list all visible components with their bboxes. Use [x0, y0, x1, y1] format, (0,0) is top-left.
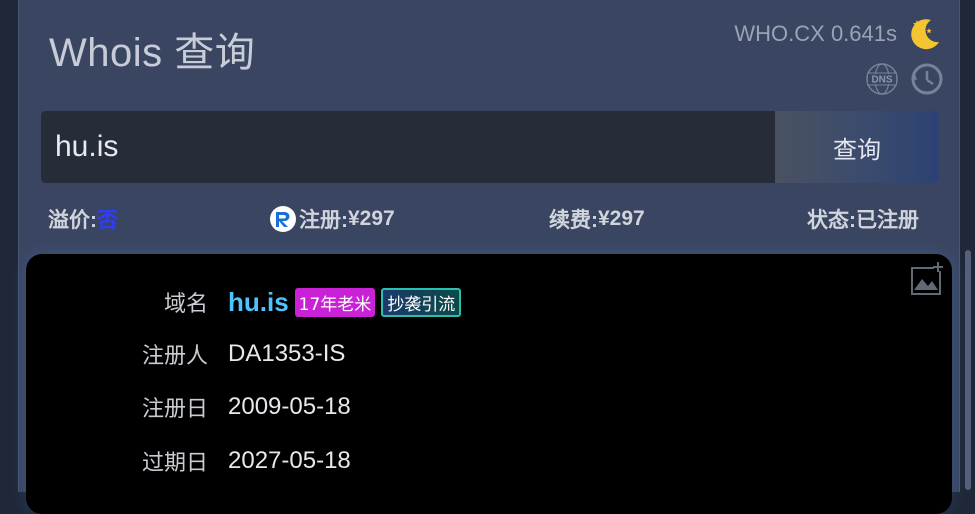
registration-date-value: 2009-05-18 [228, 393, 351, 420]
r-icon [270, 206, 296, 232]
register-value: ¥297 [348, 207, 395, 230]
expiry-date-label: 过期日 [141, 451, 208, 476]
status-value: 已注册 [856, 209, 919, 232]
domain-age-badge: 17年老米 [294, 287, 376, 317]
expiry-date-row: 过期日 2027-05-18 [26, 441, 926, 481]
premium-value: 否 [97, 209, 118, 232]
page-title: Whois 查询 [49, 31, 256, 75]
tool-icons: DNS [863, 60, 945, 98]
registration-date-label: 注册日 [141, 397, 208, 422]
renew-value: ¥297 [598, 207, 645, 230]
dns-icon[interactable]: DNS [863, 60, 901, 98]
domain-row-label: 域名 [163, 292, 208, 317]
expiry-date-value: 2027-05-18 [228, 447, 351, 474]
site-timing: WHO.CX 0.641s [734, 21, 897, 46]
search-bar: 查询 [41, 111, 939, 183]
page-scrollbar[interactable] [965, 250, 971, 490]
whois-result-card: 域名 hu.is 17年老米 抄袭引流 注册人 DA1353-IS 注册日 20… [26, 254, 952, 514]
register-price-info[interactable]: 注册: ¥297 [269, 204, 395, 234]
domain-row-value: hu.is 17年老米 抄袭引流 [228, 287, 462, 318]
register-label: 注册: [299, 209, 348, 232]
domain-search-input[interactable] [41, 111, 775, 183]
status-label: 状态: [807, 209, 856, 232]
header-meta: WHO.CX 0.641s [734, 14, 945, 54]
registration-date-row: 注册日 2009-05-18 [26, 387, 926, 427]
premium-info: 溢价: 否 [48, 204, 118, 234]
history-icon[interactable] [907, 60, 945, 98]
copy-traffic-badge[interactable]: 抄袭引流 [381, 287, 462, 317]
domain-row: 域名 hu.is 17年老米 抄袭引流 [26, 282, 926, 322]
svg-text:DNS: DNS [871, 75, 892, 86]
price-summary: 溢价: 否 注册: ¥297 续费: ¥297 状态: 已注册 [19, 196, 959, 240]
renew-price-info: 续费: ¥297 [549, 204, 645, 234]
registrant-row-label: 注册人 [141, 344, 208, 369]
renew-label: 续费: [549, 209, 598, 232]
whois-panel: Whois 查询 WHO.CX 0.641s DNS 查询 溢 [18, 0, 960, 514]
registrant-row-value: DA1353-IS [228, 340, 346, 367]
registrant-row: 注册人 DA1353-IS [26, 334, 926, 374]
domain-link[interactable]: hu.is [228, 287, 289, 318]
status-info: 状态: 已注册 [807, 204, 919, 234]
search-button[interactable]: 查询 [775, 111, 939, 183]
premium-label: 溢价: [48, 209, 97, 232]
moon-icon[interactable] [905, 14, 945, 54]
